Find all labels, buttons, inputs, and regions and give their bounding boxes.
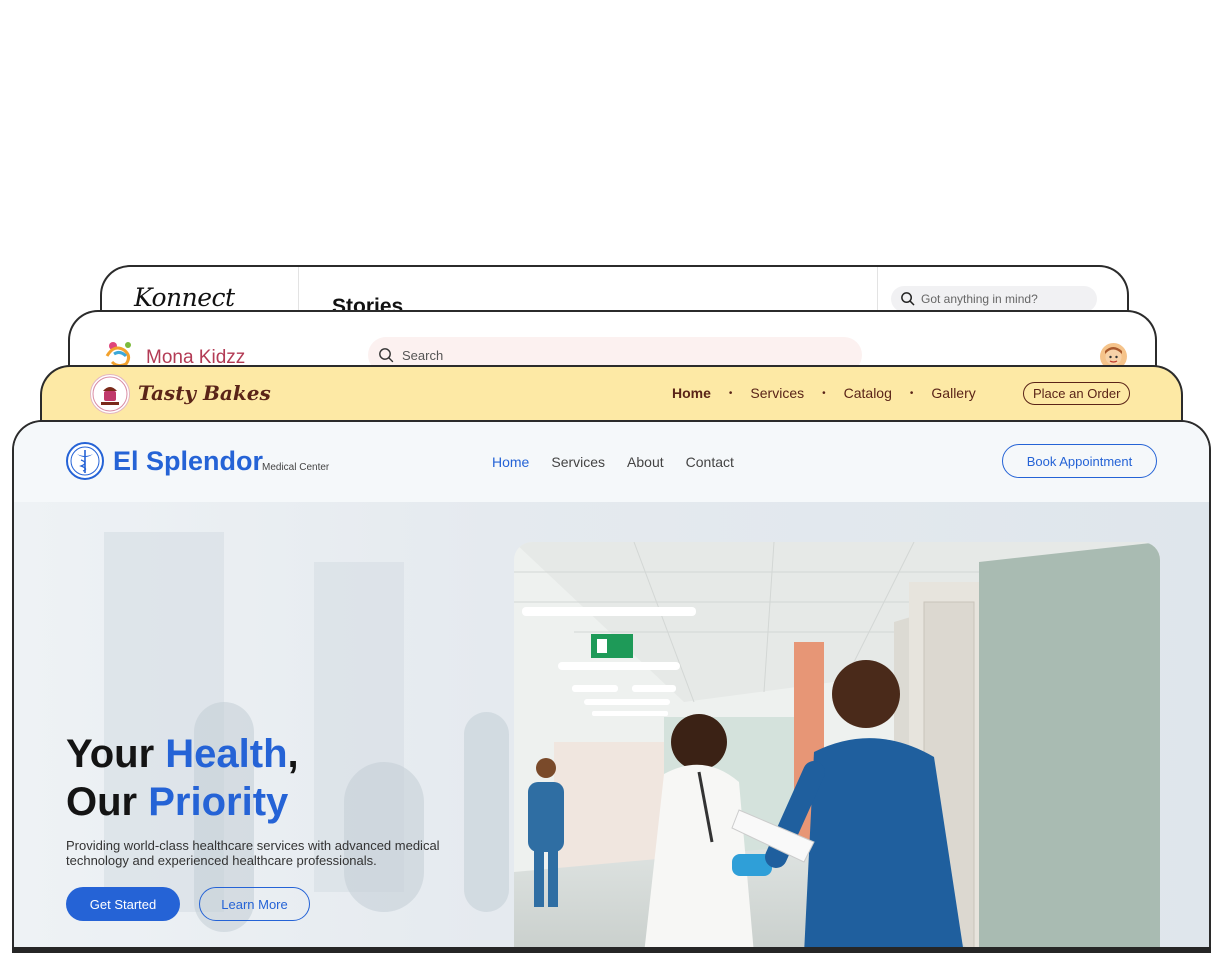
hero-photo: [514, 542, 1160, 952]
hero-description: Providing world-class healthcare service…: [66, 838, 440, 868]
nav-catalog[interactable]: Catalog: [844, 385, 892, 401]
nav-separator: •: [728, 387, 733, 399]
place-order-button[interactable]: Place an Order: [1023, 382, 1131, 405]
brand-name[interactable]: El Splendor: [113, 446, 263, 477]
search-placeholder: Got anything in mind?: [921, 292, 1038, 306]
konnect-search-input[interactable]: Got anything in mind?: [891, 286, 1097, 312]
hero-title-line-1: Your Health,: [66, 732, 299, 776]
search-icon: [379, 348, 394, 363]
hospital-corridor-illustration: [514, 542, 1160, 952]
search-icon: [901, 292, 915, 306]
hero-title: Your Health, Our Priority: [66, 730, 299, 826]
nav-separator: •: [909, 387, 914, 399]
nav-separator: •: [822, 387, 826, 399]
window-bottom-edge: [12, 947, 1211, 953]
learn-more-button[interactable]: Learn More: [199, 887, 310, 921]
tasty-nav: Home • Services • Catalog • Gallery: [672, 385, 976, 401]
site-header: El Splendor Medical Center Home Services…: [14, 422, 1209, 502]
hero-highlight: Priority: [148, 780, 289, 824]
background-figure: [464, 712, 509, 912]
konnect-logo[interactable]: Konnect: [134, 283, 235, 312]
tasty-bakes-logo-icon[interactable]: [90, 374, 130, 414]
nav-home[interactable]: Home: [492, 454, 529, 470]
nav-about[interactable]: About: [627, 454, 664, 470]
nav-gallery[interactable]: Gallery: [931, 385, 975, 401]
nav-services[interactable]: Services: [551, 454, 605, 470]
get-started-button[interactable]: Get Started: [66, 887, 180, 921]
tasty-bakes-brand[interactable]: Tasty Bakes: [138, 381, 271, 405]
nav-contact[interactable]: Contact: [686, 454, 734, 470]
search-placeholder: Search: [402, 348, 444, 363]
main-nav: Home Services About Contact: [492, 454, 734, 470]
mona-kidzz-logo-icon[interactable]: [104, 340, 138, 368]
el-splendor-window: El Splendor Medical Center Home Services…: [12, 420, 1211, 952]
hero-highlight: Health: [165, 732, 288, 776]
book-appointment-button[interactable]: Book Appointment: [1002, 444, 1157, 478]
background-figure: [344, 762, 424, 912]
hero-section: Your Health, Our Priority Providing worl…: [14, 502, 1209, 952]
caduceus-emblem-icon[interactable]: [66, 442, 104, 480]
brand-subtitle: Medical Center: [262, 462, 330, 473]
nav-services[interactable]: Services: [750, 385, 804, 401]
hero-title-line-2: Our Priority: [66, 780, 289, 824]
nav-home[interactable]: Home: [672, 385, 711, 401]
